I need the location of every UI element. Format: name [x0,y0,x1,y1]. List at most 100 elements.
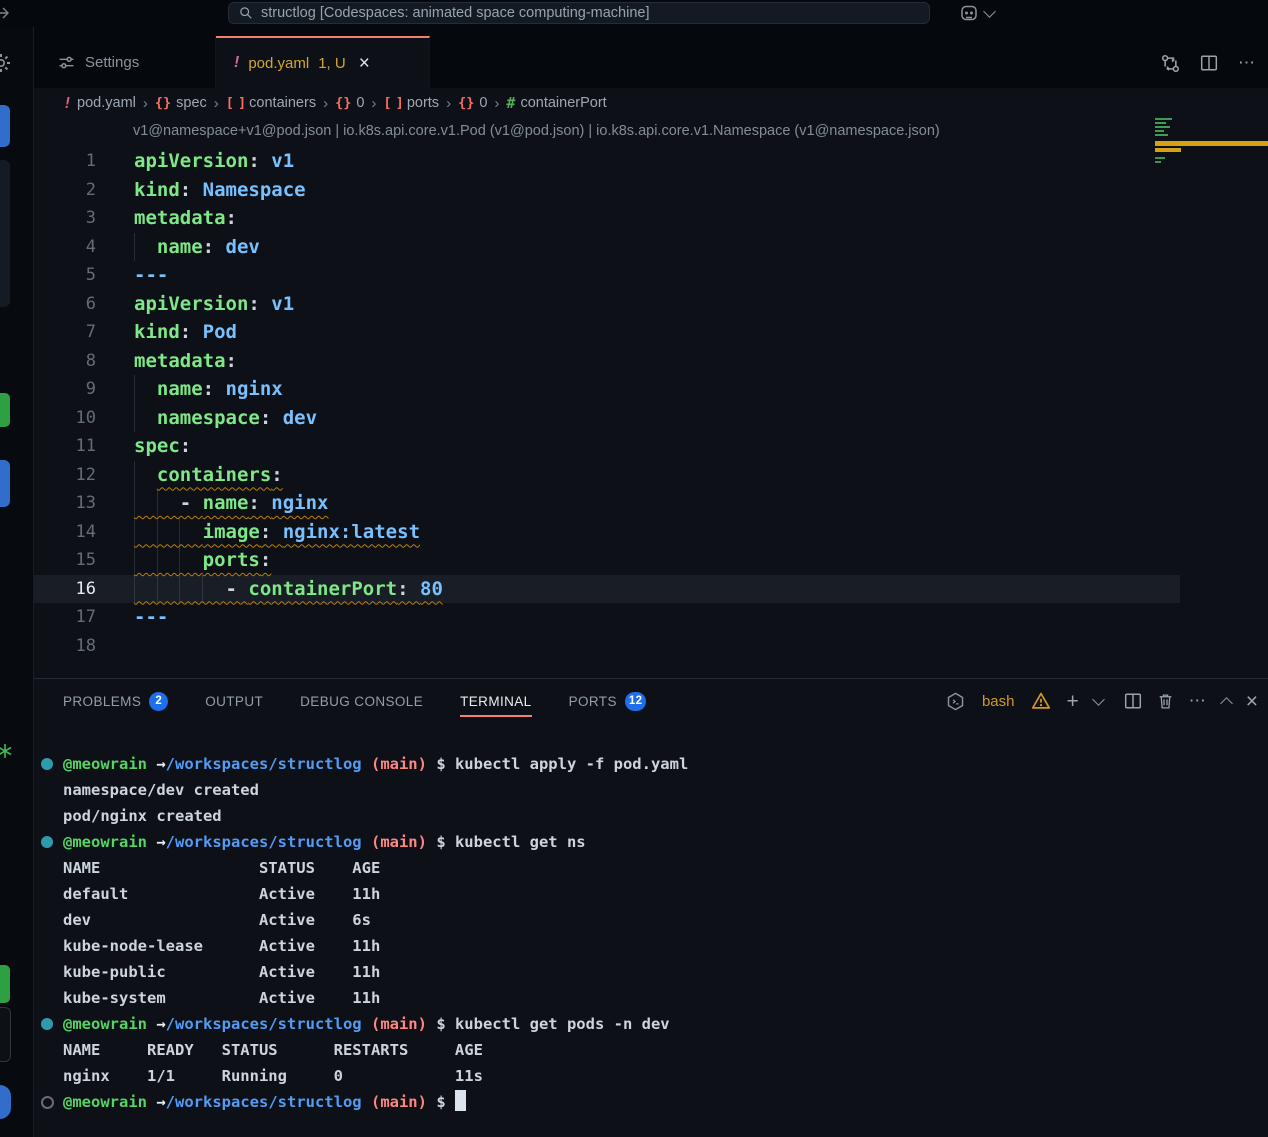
minimap-warning-bar [1155,148,1181,152]
code-text: - name: nginx [134,489,329,518]
line-number: 18 [34,632,96,661]
code-line[interactable]: 8metadata: [34,347,1180,376]
remote-menu-icon[interactable] [959,3,979,23]
line-number: 11 [34,432,96,461]
tab-pod-yaml[interactable]: ! pod.yaml 1, U × [216,36,430,88]
shell-label[interactable]: bash [982,693,1015,710]
tab-settings[interactable]: Settings [34,36,216,88]
panel-tab-debug-console[interactable]: DEBUG CONSOLE [300,679,423,723]
editor-group: Settings ! pod.yaml 1, U × ⋯ ! pod.yaml › {… [34,27,1268,1137]
line-number: 17 [34,603,96,632]
more-actions-icon[interactable]: ⋯ [1238,53,1256,73]
code-line[interactable]: 11 spec: [34,432,1180,461]
breadcrumb-item[interactable]: {}spec [155,95,207,111]
prompt-dot-icon [41,758,53,770]
code-line[interactable]: 15 ports: [34,546,1180,575]
terminal-cursor [455,1090,466,1111]
code-text: --- [134,603,168,632]
breadcrumb-item[interactable]: [ ]ports [383,95,439,111]
code-line[interactable]: 17 --- [34,603,1180,632]
chevron-down-icon[interactable] [983,5,996,18]
terminal-line: kube-node-lease Active 11h [34,933,1268,959]
panel-more-icon[interactable]: ⋯ [1189,691,1207,711]
code-line[interactable]: 16 - containerPort: 80 [34,575,1180,604]
rail-fragment-green [0,393,10,427]
code-text: apiVersion: v1 [134,147,294,176]
object-icon: {} [335,95,351,111]
code-line[interactable]: 12 containers: [34,461,1180,490]
breadcrumb-item[interactable]: [ ]containers [226,95,316,111]
search-text: structlog [Codespaces: animated space co… [261,5,649,21]
chevron-right-icon: › [371,95,376,112]
code-lines[interactable]: 1apiVersion: v12kind: Namespace3metadata… [34,146,1180,660]
code-line[interactable]: 7kind: Pod [34,318,1180,347]
code-text: ports: [134,546,271,575]
object-icon: {} [458,95,474,111]
code-line[interactable]: 2kind: Namespace [34,176,1180,205]
line-number: 6 [34,290,96,319]
launch-profile-chevron-icon[interactable] [1092,693,1105,706]
code-line[interactable]: 1apiVersion: v1 [34,147,1180,176]
chevron-right-icon: › [143,95,148,112]
line-number: 12 [34,461,96,490]
split-terminal-icon[interactable] [1124,692,1142,710]
breadcrumb-label: 0 [479,95,487,111]
code-line[interactable]: 6 apiVersion: v1 [34,290,1180,319]
code-text: metadata: [134,204,237,233]
terminal-line: NAME READY STATUS RESTARTS AGE [34,1037,1268,1063]
code-text: spec: [134,432,191,461]
terminal-line: @meowrain →/workspaces/structlog (main) … [34,1089,1268,1115]
code-line[interactable]: 4 name: dev [34,233,1180,262]
maximize-panel-icon[interactable] [1220,697,1233,710]
warning-icon[interactable] [1031,691,1051,711]
open-changes-icon[interactable] [1161,54,1180,73]
code-line[interactable]: 14 image: nginx:latest [34,518,1180,547]
terminal-line: nginx 1/1 Running 0 11s [34,1063,1268,1089]
panel-tab-terminal[interactable]: TERMINAL [460,679,531,723]
terminal-line: namespace/dev created [34,777,1268,803]
close-icon[interactable]: × [359,54,370,73]
code-line[interactable]: 10 namespace: dev [34,404,1180,433]
sliders-icon [58,54,75,71]
command-center-search[interactable]: structlog [Codespaces: animated space co… [228,2,930,24]
panel-tab-problems[interactable]: PROBLEMS2 [63,679,168,723]
minimap-code [1155,116,1183,138]
breadcrumb-item[interactable]: ! pod.yaml [63,94,136,112]
kill-terminal-icon[interactable] [1157,692,1174,710]
code-text: apiVersion: v1 [134,290,294,319]
error-icon: ! [63,94,72,112]
code-line[interactable]: 18 [34,632,1180,661]
code-text: containers: [134,461,283,490]
window-control-fragment-icon [0,5,11,21]
code-line[interactable]: 9 name: nginx [34,375,1180,404]
schema-lens[interactable]: v1@namespace+v1@pod.json | io.k8s.api.co… [34,118,1268,146]
code-text: name: dev [134,233,260,262]
tab-decoration: 1, U [318,55,346,72]
terminal-line: pod/nginx created [34,803,1268,829]
panel-tab-ports[interactable]: PORTS12 [569,679,647,723]
sparkle-icon [0,743,13,759]
count-badge: 2 [149,692,168,711]
code-text: namespace: dev [134,404,317,433]
terminal-profile-icon [946,692,965,711]
code-line[interactable]: 3metadata: [34,204,1180,233]
breadcrumb-label: pod.yaml [77,95,136,111]
close-panel-icon[interactable]: × [1246,691,1258,712]
panel-tab-label: PORTS [569,694,617,709]
title-bar: structlog [Codespaces: animated space co… [0,0,1268,28]
terminal[interactable]: @meowrain →/workspaces/structlog (main) … [34,723,1268,1115]
breadcrumb-item[interactable]: {}0 [335,95,364,111]
hash-icon: # [506,94,515,112]
minimap[interactable] [1152,115,1268,181]
terminal-lines: @meowrain →/workspaces/structlog (main) … [34,751,1268,1115]
new-terminal-icon[interactable]: + [1066,691,1078,712]
breadcrumb-item[interactable]: #containerPort [506,94,606,112]
line-number: 5 [34,261,96,290]
minimap-warning-bar [1155,141,1268,146]
breadcrumb-label: containers [249,95,316,111]
code-line[interactable]: 5--- [34,261,1180,290]
split-editor-icon[interactable] [1200,54,1218,72]
code-line[interactable]: 13 - name: nginx [34,489,1180,518]
panel-tab-output[interactable]: OUTPUT [205,679,263,723]
breadcrumb-item[interactable]: {} 0 [458,95,487,111]
